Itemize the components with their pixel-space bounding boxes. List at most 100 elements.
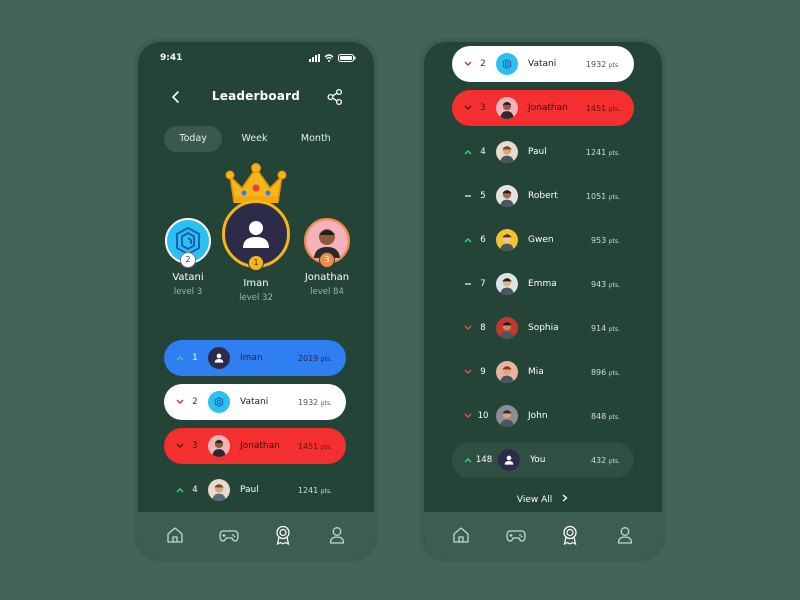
nav-profile[interactable] <box>327 525 347 545</box>
leaderboard-row[interactable]: 6 Gwen 953 pts. <box>452 222 634 258</box>
row-name: Sophia <box>528 323 559 333</box>
row-name: Mia <box>528 367 544 377</box>
row-rank: 2 <box>480 59 486 69</box>
row-points: 1051 pts. <box>586 192 620 201</box>
avatar <box>208 479 230 501</box>
row-points: 1451 pts. <box>298 442 332 451</box>
nav-leaderboard[interactable] <box>273 525 293 545</box>
person-photo-icon <box>212 484 226 501</box>
leaderboard-row[interactable]: 3 Jonathan 1451 pts. <box>164 428 346 464</box>
nav-games[interactable] <box>219 525 239 545</box>
row-rank: 10 <box>477 411 489 421</box>
leaderboard-row[interactable]: 4 Paul 1241 pts. <box>452 134 634 170</box>
row-points-unit: pts. <box>608 193 620 201</box>
row-points-value: 848 <box>590 411 607 421</box>
nav-home[interactable] <box>165 525 185 545</box>
leaderboard-row[interactable]: 3 Jonathan 1451 pts. <box>452 90 634 126</box>
share-icon[interactable] <box>326 88 344 106</box>
leaderboard-row[interactable]: 4 Paul 1241 pts. <box>164 472 346 508</box>
podium-third[interactable]: 3 Jonathan level 84 <box>299 218 355 297</box>
podium-first[interactable]: 1 Iman level 32 <box>220 162 292 303</box>
row-points-unit: pts. <box>608 105 620 113</box>
nav-leaderboard[interactable] <box>560 525 580 545</box>
leaderboard-row[interactable]: 2 Vatani 1932 pts. <box>452 46 634 82</box>
chevron-down-icon <box>462 413 474 419</box>
chevron-up-icon <box>174 355 186 361</box>
row-rank: 9 <box>480 367 486 377</box>
row-name: Vatani <box>528 59 557 69</box>
chevron-up-icon <box>462 149 474 155</box>
rank-badge: 3 <box>319 252 335 268</box>
view-all-link[interactable]: View All <box>424 494 662 505</box>
you-row[interactable]: 148 You 432 pts. <box>452 442 634 478</box>
row-points-unit: pts. <box>608 369 620 377</box>
signal-icon <box>309 54 320 62</box>
row-points: 1451 pts. <box>586 104 620 113</box>
chevron-down-icon <box>462 105 474 111</box>
row-points-value: 896 <box>590 367 607 377</box>
row-rank: 4 <box>192 485 198 495</box>
avatar <box>208 391 230 413</box>
tab-month[interactable]: Month <box>287 126 345 152</box>
row-name: John <box>528 411 548 421</box>
bottom-nav <box>424 512 662 558</box>
leaderboard-row[interactable]: 9 Mia 896 pts. <box>452 354 634 390</box>
row-points-value: 1241 <box>585 147 607 157</box>
row-name: Paul <box>528 147 547 157</box>
avatar: 2 <box>165 218 211 268</box>
row-name: Robert <box>528 191 558 201</box>
avatar <box>496 97 518 119</box>
leaderboard-row[interactable]: 5 Robert 1051 pts. <box>452 178 634 214</box>
row-points-unit: pts. <box>320 355 332 363</box>
row-points: 1241 pts. <box>586 148 620 157</box>
nav-profile[interactable] <box>615 525 635 545</box>
nav-games[interactable] <box>506 525 526 545</box>
row-rank: 148 <box>475 455 493 465</box>
row-points: 432 pts. <box>591 456 620 465</box>
avatar <box>496 185 518 207</box>
leaderboard-row[interactable]: 1 Iman 2019 pts. <box>164 340 346 376</box>
chevron-up-icon <box>462 237 474 243</box>
row-points-value: 1932 <box>297 397 319 407</box>
avatar <box>496 361 518 383</box>
avatar <box>496 405 518 427</box>
podium-second[interactable]: 2 Vatani level 3 <box>163 218 213 297</box>
avatar <box>498 449 520 471</box>
status-bar: 9:41 <box>160 51 356 65</box>
chevron-down-icon <box>462 61 474 67</box>
row-points: 943 pts. <box>591 280 620 289</box>
row-name: Jonathan <box>528 103 568 113</box>
leaderboard-row[interactable]: 2 Vatani 1932 pts. <box>164 384 346 420</box>
avatar <box>208 347 230 369</box>
row-rank: 4 <box>480 147 486 157</box>
header: Leaderboard <box>138 86 374 108</box>
wifi-icon <box>324 54 334 62</box>
chevron-down-icon <box>174 443 186 449</box>
chevron-down-icon <box>462 325 474 331</box>
phone-right: 2 Vatani 1932 pts. 3 Jonathan 1451 pts. … <box>420 38 666 562</box>
row-points-unit: pts. <box>608 281 620 289</box>
person-photo-icon <box>212 439 226 457</box>
row-points-unit: pts. <box>608 413 620 421</box>
award-icon <box>276 525 290 545</box>
podium-name: Vatani <box>172 272 204 283</box>
row-points-value: 914 <box>590 323 607 333</box>
user-placeholder-icon <box>214 353 224 363</box>
row-points-unit: pts. <box>608 237 620 245</box>
row-name: You <box>530 455 546 465</box>
row-name: Iman <box>240 353 263 363</box>
tab-week[interactable]: Week <box>225 126 283 152</box>
battery-icon <box>338 54 356 62</box>
nav-home[interactable] <box>451 525 471 545</box>
leaderboard-row[interactable]: 7 Emma 943 pts. <box>452 266 634 302</box>
leaderboard-row[interactable]: 8 Sophia 914 pts. <box>452 310 634 346</box>
row-points-unit: pts. <box>608 149 620 157</box>
row-points-value: 1451 <box>585 103 607 113</box>
leaderboard-row[interactable]: 10 John 848 pts. <box>452 398 634 434</box>
award-icon <box>563 525 577 545</box>
chevron-up-icon <box>174 487 186 493</box>
avatar: 3 <box>304 218 350 268</box>
gamepad-icon <box>506 530 526 542</box>
podium-name: Iman <box>243 278 269 289</box>
tab-today[interactable]: Today <box>164 126 223 152</box>
